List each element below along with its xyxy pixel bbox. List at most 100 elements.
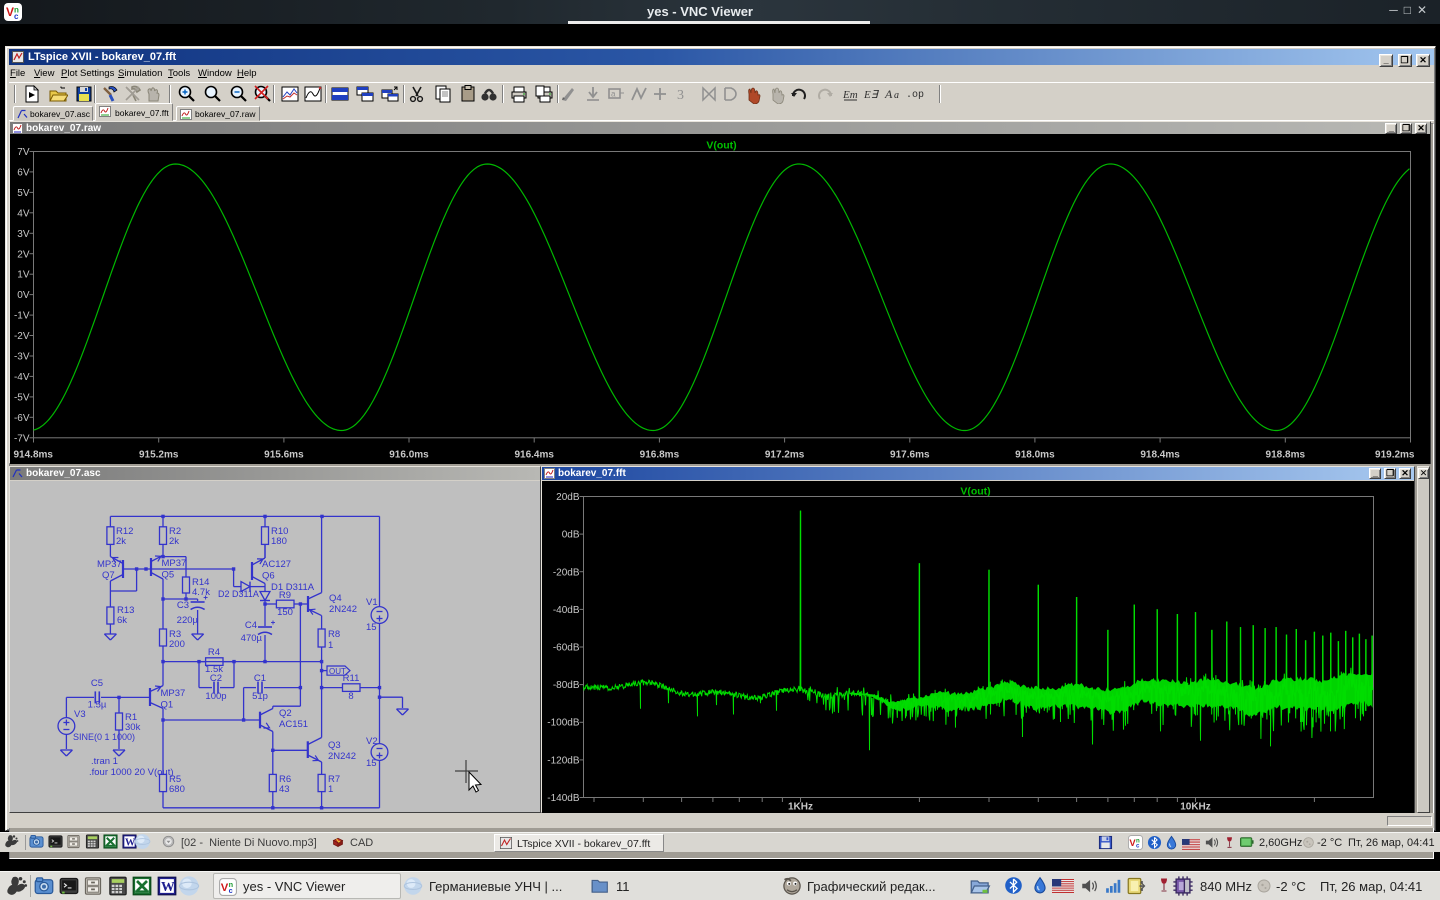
svg-text:AC151: AC151 <box>279 719 308 730</box>
svg-text:3V: 3V <box>17 229 30 240</box>
svg-text:150: 150 <box>277 607 293 618</box>
svg-text:1V: 1V <box>17 270 30 281</box>
svg-text:V(out): V(out) <box>706 140 736 152</box>
svg-text:916.8ms: 916.8ms <box>640 450 680 461</box>
svg-text:1KHz: 1KHz <box>788 802 813 813</box>
svg-text:-100dB: -100dB <box>547 718 580 729</box>
svg-text:Q4: Q4 <box>329 593 342 604</box>
svg-text:C4: C4 <box>245 620 257 631</box>
svg-text:C2: C2 <box>210 673 222 684</box>
svg-text:MP37: MP37 <box>161 688 186 699</box>
svg-text:43: 43 <box>279 784 290 795</box>
svg-text:1: 1 <box>328 640 333 651</box>
svg-text:915.6ms: 915.6ms <box>264 450 304 461</box>
svg-text:Q7: Q7 <box>102 570 115 581</box>
svg-text:.op: .op <box>906 90 924 101</box>
svg-text:-2V: -2V <box>14 331 30 342</box>
svg-text:0V: 0V <box>17 290 30 301</box>
svg-text:R11: R11 <box>343 673 360 684</box>
svg-text:0dB: 0dB <box>562 530 580 541</box>
svg-text:7V: 7V <box>17 147 30 158</box>
svg-text:220µ: 220µ <box>177 615 199 626</box>
svg-text:-80dB: -80dB <box>553 680 580 691</box>
svg-text:C3: C3 <box>177 600 189 611</box>
svg-text:15: 15 <box>366 622 377 633</box>
svg-text:914.8ms: 914.8ms <box>14 450 54 461</box>
svg-text:2V: 2V <box>17 249 30 260</box>
svg-text:918.8ms: 918.8ms <box>1266 450 1306 461</box>
svg-text:-5V: -5V <box>14 392 30 403</box>
svg-text:R4: R4 <box>208 647 220 658</box>
svg-text:E∃: E∃ <box>863 89 880 101</box>
svg-text:SINE(0 1 1000): SINE(0 1 1000) <box>73 732 135 742</box>
svg-text:-3V: -3V <box>14 352 30 363</box>
svg-text:1.5µ: 1.5µ <box>88 700 107 711</box>
svg-text:MP37: MP37 <box>97 559 122 570</box>
svg-text:8: 8 <box>348 691 353 702</box>
svg-text:100p: 100p <box>205 691 226 702</box>
svg-text:2N242: 2N242 <box>329 604 357 615</box>
svg-text:4V: 4V <box>17 208 30 219</box>
svg-text:916.4ms: 916.4ms <box>514 450 554 461</box>
svg-text:V1: V1 <box>366 597 378 608</box>
svg-text:30k: 30k <box>125 722 141 733</box>
svg-text:-140dB: -140dB <box>547 793 580 804</box>
svg-text:D2 D311A: D2 D311A <box>218 589 259 599</box>
svg-text:-1V: -1V <box>14 311 30 322</box>
svg-text:a: a <box>611 90 616 99</box>
svg-text:3: 3 <box>677 88 684 103</box>
svg-text:20dB: 20dB <box>556 492 580 503</box>
svg-text:-4V: -4V <box>14 372 30 383</box>
svg-text:V2: V2 <box>366 736 378 747</box>
svg-text:Q2: Q2 <box>279 708 292 719</box>
svg-text:A: A <box>884 87 893 101</box>
svg-text:917.2ms: 917.2ms <box>765 450 805 461</box>
svg-text:6k: 6k <box>117 615 127 626</box>
svg-text:Q6: Q6 <box>262 571 275 582</box>
svg-text:918.4ms: 918.4ms <box>1140 450 1180 461</box>
svg-text:V: V <box>221 882 229 894</box>
svg-text:Em: Em <box>842 89 858 101</box>
svg-text:10KHz: 10KHz <box>1180 802 1211 813</box>
svg-text:2k: 2k <box>116 536 126 547</box>
svg-text:-120dB: -120dB <box>547 755 580 766</box>
svg-text:a: a <box>894 90 899 101</box>
svg-text:R8: R8 <box>328 629 340 640</box>
svg-text:680: 680 <box>169 784 185 795</box>
svg-text:180: 180 <box>271 536 287 547</box>
svg-text:1: 1 <box>328 784 333 795</box>
svg-text:916.0ms: 916.0ms <box>389 450 429 461</box>
svg-text:V3: V3 <box>74 709 86 720</box>
svg-text:-20dB: -20dB <box>553 567 580 578</box>
svg-text:2N242: 2N242 <box>328 751 356 762</box>
svg-text:Q5: Q5 <box>162 570 175 581</box>
svg-text:4.7k: 4.7k <box>192 587 210 598</box>
svg-text:.four 1000 20 V(out): .four 1000 20 V(out) <box>89 767 174 778</box>
svg-text:919.2ms: 919.2ms <box>1375 450 1415 461</box>
svg-text:6V: 6V <box>17 167 30 178</box>
svg-text:C5: C5 <box>91 678 103 689</box>
svg-text:c: c <box>229 886 233 895</box>
svg-text:15: 15 <box>366 758 377 769</box>
svg-text:51p: 51p <box>252 691 268 702</box>
svg-text:Q3: Q3 <box>328 740 341 751</box>
svg-text:.tran 1: .tran 1 <box>91 756 118 767</box>
svg-text:-7V: -7V <box>14 433 30 444</box>
svg-text:C1: C1 <box>254 673 266 684</box>
svg-text:918.0ms: 918.0ms <box>1015 450 1055 461</box>
svg-text:V(out): V(out) <box>960 486 990 498</box>
svg-text:R9: R9 <box>279 590 291 601</box>
svg-text:200: 200 <box>169 639 185 650</box>
svg-text:2k: 2k <box>169 536 179 547</box>
svg-text:915.2ms: 915.2ms <box>139 450 179 461</box>
svg-text:470µ: 470µ <box>241 633 263 644</box>
svg-text:AC127: AC127 <box>262 559 291 570</box>
svg-text:W: W <box>161 879 175 894</box>
svg-text:917.6ms: 917.6ms <box>890 450 930 461</box>
svg-text:5V: 5V <box>17 188 30 199</box>
svg-text:MP37: MP37 <box>162 558 187 569</box>
svg-text:-40dB: -40dB <box>553 605 580 616</box>
svg-text:-60dB: -60dB <box>553 643 580 654</box>
svg-text:-6V: -6V <box>14 413 30 424</box>
svg-text:D1 D311A: D1 D311A <box>271 582 315 593</box>
